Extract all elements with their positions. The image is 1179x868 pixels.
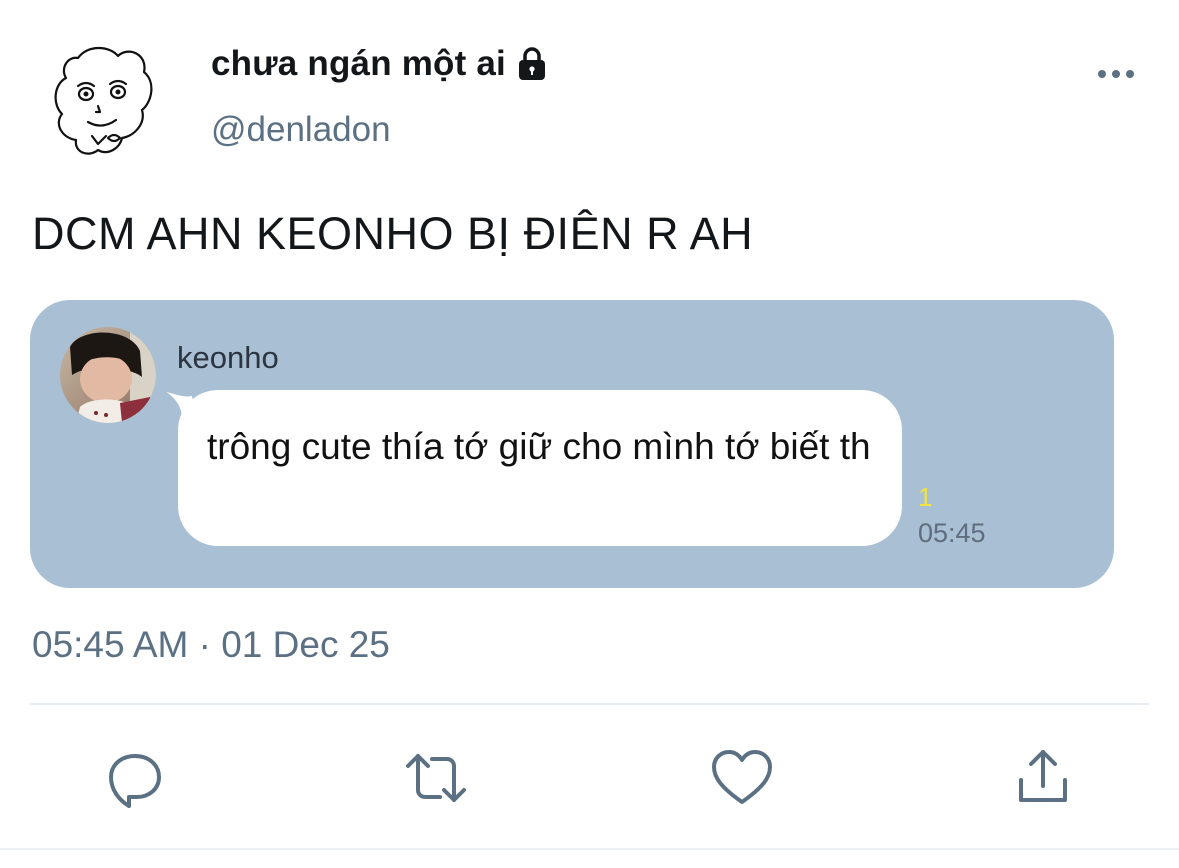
reply-button[interactable] (103, 746, 167, 810)
retweet-arrows-icon (406, 754, 466, 802)
speech-bubble-icon (109, 754, 161, 808)
heart-icon (712, 750, 772, 804)
display-name[interactable]: chưa ngán một ai (211, 44, 506, 84)
chat-message-time: 05:45 (918, 518, 986, 548)
tweet-text: DCM AHN KEONHO BỊ ĐIÊN R AH (32, 208, 754, 259)
like-button[interactable] (710, 746, 774, 810)
retweet-button[interactable] (404, 746, 468, 810)
share-upload-icon (1019, 750, 1067, 802)
user-handle[interactable]: @denladon (211, 110, 391, 150)
display-name-row[interactable]: chưa ngán một ai (211, 44, 552, 84)
profile-avatar[interactable] (48, 40, 160, 160)
chat-read-count: 1 (918, 482, 933, 512)
chat-sender-avatar (60, 327, 156, 423)
tweet-timestamp[interactable]: 05:45 AM · 01 Dec 25 (32, 624, 390, 666)
lock-icon (512, 44, 552, 84)
share-button[interactable] (1011, 746, 1075, 810)
chat-sender-name: keonho (177, 340, 279, 375)
bottom-divider (0, 848, 1179, 850)
chat-message-text: trông cute thía tớ giữ cho mình tớ biết … (207, 426, 871, 467)
cartoon-face-avatar-icon (54, 46, 153, 155)
divider (30, 703, 1149, 705)
more-options-icon[interactable] (1096, 62, 1136, 86)
